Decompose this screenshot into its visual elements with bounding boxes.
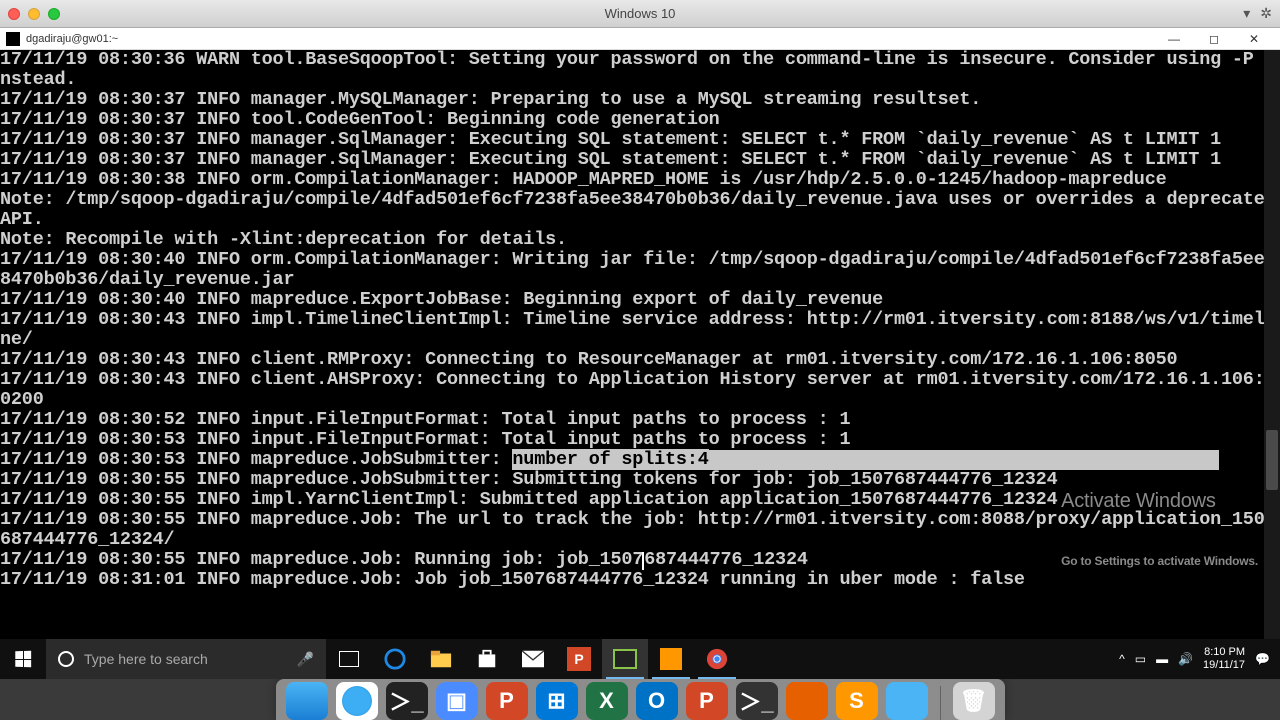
notifications-icon[interactable]: 💬	[1255, 652, 1270, 666]
mac-titlebar: Windows 10 ▾ ✲	[0, 0, 1280, 28]
terminal-output[interactable]: 17/11/19 08:30:36 WARN tool.BaseSqoopToo…	[0, 50, 1280, 665]
search-placeholder: Type here to search	[84, 651, 208, 667]
win-minimize-button[interactable]: —	[1154, 29, 1194, 49]
tray-chevron-icon[interactable]: ^	[1119, 652, 1125, 666]
edge-icon[interactable]	[372, 639, 418, 679]
scrollbar[interactable]	[1264, 50, 1280, 665]
mail-icon[interactable]	[510, 639, 556, 679]
taskbar-clock[interactable]: 8:10 PM 19/11/17	[1203, 646, 1245, 672]
win-maximize-button[interactable]: ◻	[1194, 29, 1234, 49]
finder-icon[interactable]	[286, 682, 328, 720]
cmder-icon[interactable]	[602, 639, 648, 679]
sublime-icon[interactable]	[648, 639, 694, 679]
safari-icon[interactable]	[336, 682, 378, 720]
powerpoint2-icon[interactable]: P	[686, 682, 728, 720]
powerpoint-icon[interactable]: P	[556, 639, 602, 679]
terminal-icon	[6, 32, 20, 46]
file-explorer-icon[interactable]	[418, 639, 464, 679]
parallels-icon[interactable]: ⊞	[536, 682, 578, 720]
firefox-icon[interactable]	[786, 682, 828, 720]
sublime-app-icon[interactable]: S	[836, 682, 878, 720]
window-title: Windows 10	[0, 6, 1280, 21]
store-icon[interactable]	[464, 639, 510, 679]
cortana-icon	[58, 651, 74, 667]
outlook-icon[interactable]: O	[636, 682, 678, 720]
vm-window: dgadiraju@gw01:~ — ◻ ✕ 17/11/19 08:30:36…	[0, 28, 1280, 665]
highlighted-text: number of splits:4	[512, 449, 708, 470]
battery-icon[interactable]: ▭	[1135, 652, 1146, 666]
dock: ＞_ ▣ P ⊞ X O P ＞_ S 🗑	[0, 679, 1280, 720]
terminal-app-icon[interactable]: ＞_	[386, 682, 428, 720]
win-close-button[interactable]: ✕	[1234, 29, 1274, 49]
iterm-icon[interactable]: ＞_	[736, 682, 778, 720]
trash-icon[interactable]: 🗑	[953, 682, 995, 720]
start-button[interactable]	[0, 639, 46, 679]
mic-icon[interactable]: 🎤	[297, 651, 314, 668]
scrollbar-thumb[interactable]	[1266, 430, 1278, 490]
chrome-icon[interactable]	[694, 639, 740, 679]
excel-icon[interactable]: X	[586, 682, 628, 720]
terminal-titlebar: dgadiraju@gw01:~ — ◻ ✕	[0, 28, 1280, 50]
powerpoint-app-icon[interactable]: P	[486, 682, 528, 720]
system-tray: ^ ▭ ▬ 🔊 8:10 PM 19/11/17 💬	[1109, 646, 1280, 672]
search-bar[interactable]: Type here to search 🎤	[46, 639, 326, 679]
taskbar: Type here to search 🎤 P ^ ▭ ▬ 🔊 8:10 PM …	[0, 639, 1280, 679]
network-icon[interactable]: ▬	[1156, 652, 1168, 666]
zoom-icon[interactable]: ▣	[436, 682, 478, 720]
activation-watermark: Activate Windows Go to Settings to activ…	[1061, 451, 1258, 611]
terminal-title: dgadiraju@gw01:~	[26, 33, 118, 45]
folder-icon[interactable]	[886, 682, 928, 720]
volume-icon[interactable]: 🔊	[1178, 652, 1193, 666]
task-view-button[interactable]	[326, 639, 372, 679]
